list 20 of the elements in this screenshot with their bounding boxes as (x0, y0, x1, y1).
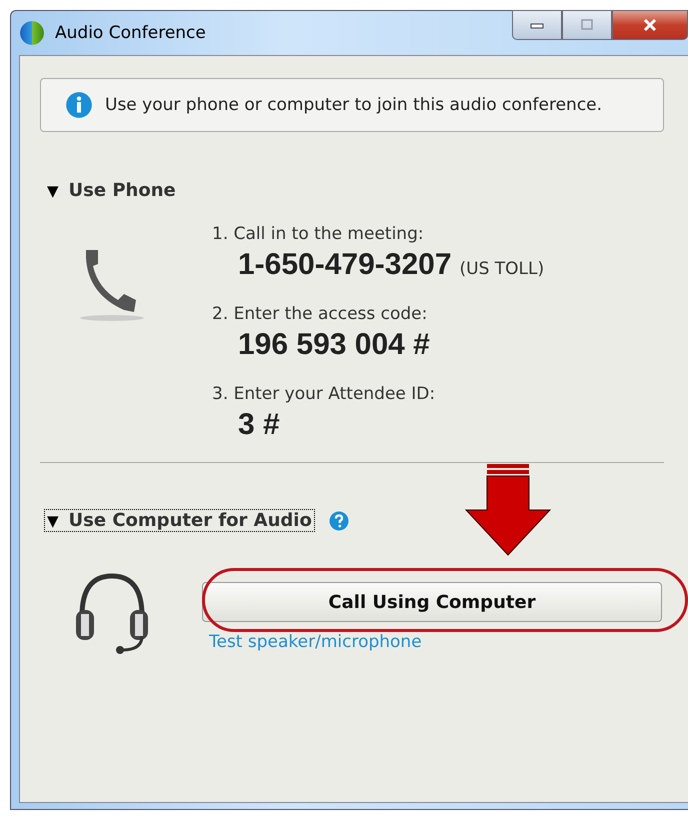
step-value: 3 # (238, 408, 280, 442)
maximize-icon (579, 19, 595, 31)
maximize-button[interactable] (562, 10, 612, 40)
help-icon[interactable] (328, 510, 349, 530)
window-title: Audio Conference (55, 23, 206, 43)
app-icon (19, 20, 45, 46)
call-using-computer-button[interactable]: Call Using Computer (202, 582, 662, 622)
info-icon (65, 91, 93, 119)
info-text: Use your phone or computer to join this audio conference. (105, 95, 602, 115)
section-toggle[interactable]: ▼ Use Phone (44, 179, 179, 202)
step-label: 2. Enter the access code: (212, 304, 428, 324)
minimize-button[interactable] (512, 10, 562, 40)
step-value: 1-650-479-3207 (238, 248, 452, 282)
step-note: (US TOLL) (460, 259, 544, 279)
step-label: 3. Enter your Attendee ID: (212, 384, 436, 404)
step-value: 196 593 004 # (238, 328, 430, 362)
step-label: 1. Call in to the meeting: (212, 224, 425, 244)
section-toggle[interactable]: ▼ Use Computer for Audio (44, 509, 315, 532)
close-button[interactable] (612, 10, 688, 40)
close-icon (641, 18, 659, 32)
